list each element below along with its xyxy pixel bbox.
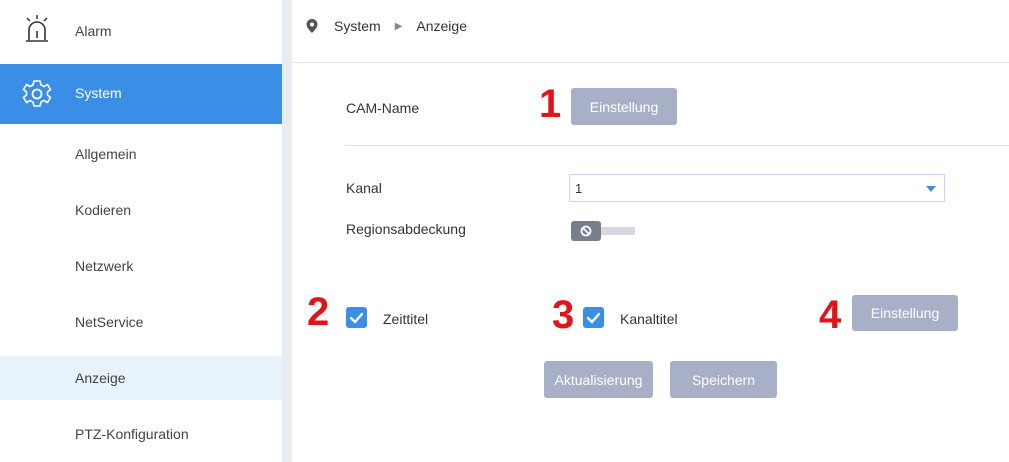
chevron-down-icon — [926, 186, 936, 192]
alarm-icon — [26, 15, 48, 42]
sidebar-item-anzeige[interactable]: Anzeige — [0, 356, 282, 400]
sidebar-item-label: NetService — [75, 314, 144, 330]
sidebar-item-label: System — [75, 85, 122, 101]
cam-name-settings-button[interactable]: Einstellung — [571, 88, 677, 125]
kanal-select[interactable]: 1 — [569, 174, 945, 202]
zeittitel-checkbox[interactable] — [346, 307, 367, 328]
kanal-select-value: 1 — [575, 181, 583, 196]
sidebar-item-label: Allgemein — [75, 146, 137, 162]
sidebar-divider — [282, 0, 292, 462]
sidebar-item-label: Anzeige — [75, 370, 126, 386]
breadcrumb-root[interactable]: System — [334, 18, 381, 34]
sidebar: Alarm System Allgemein Kodieren Netzwerk… — [0, 0, 282, 462]
cam-name-label: CAM-Name — [346, 100, 420, 116]
save-button[interactable]: Speichern — [670, 361, 777, 398]
sidebar-item-alarm[interactable]: Alarm — [0, 0, 282, 64]
annotation-4: 4 — [819, 293, 842, 337]
gear-icon — [22, 80, 52, 107]
checkmark-icon — [349, 312, 364, 324]
toggle-track — [595, 227, 635, 235]
caret-right-icon: ▶ — [394, 20, 403, 32]
breadcrumb-current: Anzeige — [416, 18, 467, 34]
regionsabdeckung-toggle[interactable] — [571, 221, 637, 241]
location-pin-icon — [306, 19, 318, 33]
section-divider — [345, 145, 1009, 146]
regionsabdeckung-label: Regionsabdeckung — [346, 221, 466, 237]
annotation-2: 2 — [307, 290, 330, 334]
sidebar-item-label: Netzwerk — [75, 258, 134, 274]
sidebar-item-label: PTZ-Konfiguration — [75, 426, 189, 442]
kanal-label: Kanal — [346, 180, 382, 196]
refresh-button[interactable]: Aktualisierung — [544, 361, 653, 398]
annotation-1: 1 — [539, 82, 562, 126]
sidebar-item-netzwerk[interactable]: Netzwerk — [0, 236, 282, 294]
kanaltitel-settings-button[interactable]: Einstellung — [852, 295, 958, 331]
disabled-icon — [580, 225, 592, 237]
annotation-3: 3 — [552, 293, 575, 337]
sidebar-item-kodieren[interactable]: Kodieren — [0, 180, 282, 236]
sidebar-item-system[interactable]: System — [0, 64, 282, 124]
zeittitel-label: Zeittitel — [383, 311, 429, 327]
breadcrumb: System ▶ Anzeige — [306, 18, 467, 34]
sidebar-item-ptz-konfiguration[interactable]: PTZ-Konfiguration — [0, 410, 282, 462]
kanaltitel-checkbox[interactable] — [583, 307, 604, 328]
sidebar-item-netservice[interactable]: NetService — [0, 294, 282, 350]
checkmark-icon — [586, 312, 601, 324]
sidebar-item-label: Kodieren — [75, 202, 132, 218]
header-divider — [292, 62, 1009, 63]
sidebar-item-label: Alarm — [75, 23, 112, 39]
kanaltitel-label: Kanaltitel — [620, 311, 678, 327]
sidebar-item-allgemein[interactable]: Allgemein — [0, 124, 282, 180]
toggle-knob — [571, 221, 601, 241]
